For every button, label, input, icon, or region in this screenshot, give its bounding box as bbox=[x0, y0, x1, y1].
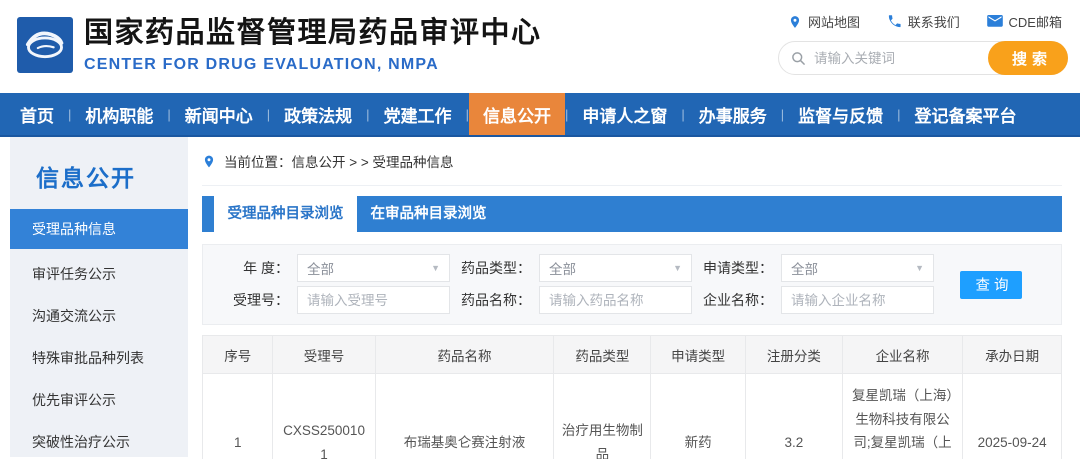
sidebar: 信息公开 受理品种信息 审评任务公示 沟通交流公示 特殊审批品种列表 优先审评公… bbox=[10, 137, 188, 457]
content-area: 信息公开 受理品种信息 审评任务公示 沟通交流公示 特殊审批品种列表 优先审评公… bbox=[0, 137, 1080, 457]
search-input[interactable] bbox=[814, 51, 983, 66]
nav-item-news[interactable]: 新闻中心 bbox=[171, 93, 267, 135]
mail-icon bbox=[987, 15, 1003, 28]
sidebar-title: 信息公开 bbox=[10, 157, 188, 209]
sitemap-label: 网站地图 bbox=[808, 12, 860, 31]
col-header-registration-class: 注册分类 bbox=[745, 336, 842, 374]
drug-type-label: 药品类型： bbox=[453, 258, 531, 278]
cell-application-type: 新药 bbox=[651, 374, 745, 459]
mailbox-link[interactable]: CDE邮箱 bbox=[987, 12, 1062, 31]
company-name-field bbox=[781, 286, 934, 314]
tab-accepted-catalog[interactable]: 受理品种目录浏览 bbox=[214, 196, 357, 232]
chevron-down-icon: ▼ bbox=[673, 263, 682, 273]
contact-link[interactable]: 联系我们 bbox=[887, 12, 960, 31]
sidebar-item-special-approval[interactable]: 特殊审批品种列表 bbox=[10, 337, 188, 379]
query-button[interactable]: 查询 bbox=[960, 271, 1022, 299]
site-header: 国家药品监督管理局药品审评中心 CENTER FOR DRUG EVALUATI… bbox=[0, 0, 1080, 93]
tab-bar: 受理品种目录浏览 在审品种目录浏览 bbox=[202, 196, 1062, 232]
cell-registration-class: 3.2 bbox=[745, 374, 842, 459]
nav-item-home[interactable]: 首页 bbox=[6, 93, 68, 135]
drug-name-field bbox=[539, 286, 692, 314]
application-type-select-value: 全部 bbox=[791, 258, 915, 278]
nav-item-policies[interactable]: 政策法规 bbox=[270, 93, 366, 135]
filter-drug-type: 药品类型： 全部 ▼ bbox=[453, 254, 692, 282]
breadcrumb-text: 当前位置：信息公开 > > 受理品种信息 bbox=[224, 151, 454, 171]
col-header-index: 序号 bbox=[203, 336, 273, 374]
filter-panel: 年 度： 全部 ▼ 药品类型： 全部 ▼ 申请类型： 全部 bbox=[202, 244, 1062, 325]
year-select[interactable]: 全部 ▼ bbox=[297, 254, 450, 282]
sidebar-item-communication[interactable]: 沟通交流公示 bbox=[10, 295, 188, 337]
acceptance-number-field bbox=[297, 286, 450, 314]
cell-company-name: 复星凯瑞（上海）生物科技有限公司;复星凯瑞（上海）生物科技有限公司; bbox=[842, 374, 962, 459]
table-row: 1 CXSS2500101 布瑞基奥仑赛注射液 治疗用生物制品 新药 3.2 复… bbox=[203, 374, 1062, 459]
col-header-handling-date: 承办日期 bbox=[963, 336, 1062, 374]
nav-item-supervision[interactable]: 监督与反馈 bbox=[784, 93, 897, 135]
search-button[interactable]: 搜索 bbox=[988, 41, 1068, 75]
drug-name-input[interactable] bbox=[549, 293, 682, 308]
nav-item-applicant-window[interactable]: 申请人之窗 bbox=[568, 93, 681, 135]
application-type-select[interactable]: 全部 ▼ bbox=[781, 254, 934, 282]
site-title: 国家药品监督管理局药品审评中心 bbox=[84, 17, 542, 50]
location-pin-icon bbox=[202, 153, 216, 170]
drug-type-select-value: 全部 bbox=[549, 258, 673, 278]
cell-drug-name: 布瑞基奥仑赛注射液 bbox=[375, 374, 554, 459]
nav-item-info-disclosure[interactable]: 信息公开 bbox=[469, 93, 565, 135]
brand-titles: 国家药品监督管理局药品审评中心 CENTER FOR DRUG EVALUATI… bbox=[84, 17, 542, 74]
col-header-company-name: 企业名称 bbox=[842, 336, 962, 374]
filter-drug-name: 药品名称： bbox=[453, 286, 692, 314]
search-icon bbox=[791, 51, 806, 66]
year-select-value: 全部 bbox=[307, 258, 431, 278]
filter-acceptance-number: 受理号： bbox=[211, 286, 450, 314]
tab-under-review-catalog[interactable]: 在审品种目录浏览 bbox=[357, 196, 500, 232]
col-header-drug-name: 药品名称 bbox=[375, 336, 554, 374]
company-name-input[interactable] bbox=[791, 293, 924, 308]
year-label: 年 度： bbox=[211, 258, 289, 278]
company-name-label: 企业名称： bbox=[695, 290, 773, 310]
site-subtitle: CENTER FOR DRUG EVALUATION, NMPA bbox=[84, 56, 542, 74]
nav-item-party[interactable]: 党建工作 bbox=[370, 93, 466, 135]
mailbox-label: CDE邮箱 bbox=[1009, 12, 1062, 31]
contact-label: 联系我们 bbox=[908, 12, 960, 31]
header-right: 网站地图 联系我们 CDE邮箱 搜索 bbox=[778, 0, 1080, 93]
cde-logo bbox=[17, 17, 73, 73]
filter-company-name: 企业名称： bbox=[695, 286, 934, 314]
phone-icon bbox=[887, 14, 902, 29]
sidebar-item-accepted-varieties[interactable]: 受理品种信息 bbox=[10, 209, 188, 249]
acceptance-number-input[interactable] bbox=[307, 293, 440, 308]
breadcrumb: 当前位置：信息公开 > > 受理品种信息 bbox=[202, 137, 1062, 186]
drug-type-select[interactable]: 全部 ▼ bbox=[539, 254, 692, 282]
table-header-row: 序号 受理号 药品名称 药品类型 申请类型 注册分类 企业名称 承办日期 bbox=[203, 336, 1062, 374]
chevron-down-icon: ▼ bbox=[431, 263, 440, 273]
drug-name-label: 药品名称： bbox=[453, 290, 531, 310]
cell-handling-date: 2025-09-24 bbox=[963, 374, 1062, 459]
quick-links: 网站地图 联系我们 CDE邮箱 bbox=[778, 12, 1068, 31]
nav-item-functions[interactable]: 机构职能 bbox=[71, 93, 167, 135]
cell-index: 1 bbox=[203, 374, 273, 459]
sidebar-item-review-tasks[interactable]: 审评任务公示 bbox=[10, 253, 188, 295]
col-header-application-type: 申请类型 bbox=[651, 336, 745, 374]
application-type-label: 申请类型： bbox=[695, 258, 773, 278]
fish-swirl-icon bbox=[22, 20, 68, 71]
sidebar-item-breakthrough-therapy[interactable]: 突破性治疗公示 bbox=[10, 421, 188, 459]
nav-item-registration-platform[interactable]: 登记备案平台 bbox=[901, 93, 1031, 135]
nav-item-services[interactable]: 办事服务 bbox=[685, 93, 781, 135]
results-table: 序号 受理号 药品名称 药品类型 申请类型 注册分类 企业名称 承办日期 1 C… bbox=[202, 335, 1062, 459]
col-header-drug-type: 药品类型 bbox=[554, 336, 651, 374]
cell-drug-type: 治疗用生物制品 bbox=[554, 374, 651, 459]
main-panel: 当前位置：信息公开 > > 受理品种信息 受理品种目录浏览 在审品种目录浏览 年… bbox=[188, 137, 1080, 457]
acceptance-number-label: 受理号： bbox=[211, 290, 289, 310]
filter-row-1: 年 度： 全部 ▼ 药品类型： 全部 ▼ 申请类型： 全部 bbox=[211, 253, 1061, 283]
cell-acceptance-number: CXSS2500101 bbox=[273, 374, 375, 459]
filter-application-type: 申请类型： 全部 ▼ bbox=[695, 254, 934, 282]
filter-row-2: 受理号： 药品名称： 企业名称： bbox=[211, 285, 1061, 315]
sidebar-item-priority-review[interactable]: 优先审评公示 bbox=[10, 379, 188, 421]
site-search: 搜索 bbox=[778, 41, 1068, 75]
col-header-acceptance-number: 受理号 bbox=[273, 336, 375, 374]
map-pin-icon bbox=[788, 14, 802, 30]
chevron-down-icon: ▼ bbox=[915, 263, 924, 273]
sitemap-link[interactable]: 网站地图 bbox=[788, 12, 860, 31]
filter-year: 年 度： 全部 ▼ bbox=[211, 254, 450, 282]
brand: 国家药品监督管理局药品审评中心 CENTER FOR DRUG EVALUATI… bbox=[0, 0, 542, 93]
main-nav: 首页 | 机构职能 | 新闻中心 | 政策法规 | 党建工作 | 信息公开 | … bbox=[0, 93, 1080, 137]
